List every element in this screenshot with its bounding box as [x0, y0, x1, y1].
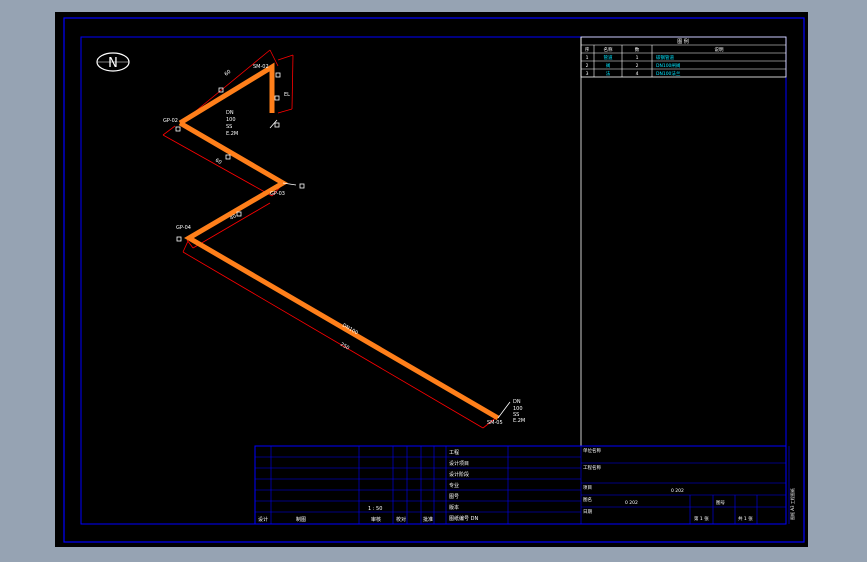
tb-right-row-2: 项目: [583, 485, 592, 491]
legend-row2-note: DN100闸阀: [656, 62, 681, 69]
tb-center-row-3: 专业: [449, 482, 459, 489]
legend-header-note: 说明: [715, 46, 724, 53]
side-strip-text: 图框 A3 工程图纸: [789, 488, 795, 520]
legend-row2-no: 2: [586, 63, 589, 69]
drawing-sheet: [55, 12, 808, 547]
legend-row1-no: 1: [586, 55, 589, 61]
label-end-tag: SM-05: [487, 420, 503, 426]
label-node3: GP-04: [176, 225, 191, 231]
north-arrow-icon: N: [96, 52, 130, 72]
tb-center-row-6: 图纸编号 DN: [449, 515, 478, 522]
label-start-tag: SM-02: [253, 64, 269, 70]
legend-row3-note: DN100法兰: [656, 70, 681, 77]
label-callout1-1: 100: [226, 117, 236, 123]
label-callout1-3: E.2M: [226, 131, 238, 137]
tb-left-label-0: 设计: [258, 516, 268, 523]
label-node2: GP-03: [270, 191, 285, 197]
legend-header-qty: 数: [635, 46, 640, 53]
drawing-canvas: N SM-02 GP-02 GP-03 GP-04 SM-05 60 60 40…: [55, 12, 808, 547]
legend-row1-name: 管道: [604, 54, 613, 61]
tb-mid-label-2: 批准: [423, 516, 433, 523]
tb-center-row-2: 设计阶段: [449, 471, 469, 478]
tb-sheet-info: 第 1 张: [694, 515, 709, 522]
legend-row3-qty: 4: [636, 71, 639, 77]
tb-right-value-3: 0 202: [671, 488, 684, 494]
tb-right-row-1: 工程名称: [583, 464, 601, 471]
label-node1: GP-02: [163, 118, 178, 124]
legend-row3-no: 3: [586, 71, 589, 77]
legend-row3-name: 法: [606, 70, 611, 77]
tb-right-value-4: 0 202: [625, 500, 638, 506]
tb-right-row-4: 日期: [583, 509, 592, 515]
tb-sheet-info2: 共 1 张: [738, 515, 753, 522]
label-callout2-0: DN: [513, 399, 521, 405]
label-callout1-2: SS: [226, 124, 232, 130]
legend-row1-note: 碳钢管道: [656, 54, 674, 61]
legend-row1-qty: 1: [636, 55, 639, 61]
tb-center-row-5: 版本: [449, 504, 459, 511]
tb-center-row-1: 设计项目: [449, 460, 469, 467]
label-callout2-3: E.2M: [513, 418, 525, 424]
tb-right-row-5: 图号: [716, 500, 725, 506]
tb-scale-note: 1 : 50: [368, 506, 382, 512]
legend-title: 图 例: [677, 38, 689, 45]
tb-mid-label-1: 校对: [396, 516, 406, 523]
tb-center-row-4: 图号: [449, 494, 459, 500]
tb-center-row-0: 工程: [449, 449, 459, 456]
north-letter: N: [108, 56, 118, 71]
legend-row2-qty: 2: [636, 63, 639, 69]
tb-right-row-3: 图名: [583, 496, 592, 503]
tb-mid-label-0: 审核: [371, 516, 381, 523]
tb-left-label-1: 制图: [296, 516, 306, 523]
legend-header-name: 名称: [604, 46, 613, 53]
label-callout1-0: DN: [226, 110, 234, 116]
legend-header-no: 序: [585, 46, 590, 53]
label-elev-a: EL: [284, 92, 290, 98]
tb-right-row-0: 单位名称: [583, 447, 601, 454]
legend-row2-name: 阀: [606, 62, 611, 69]
